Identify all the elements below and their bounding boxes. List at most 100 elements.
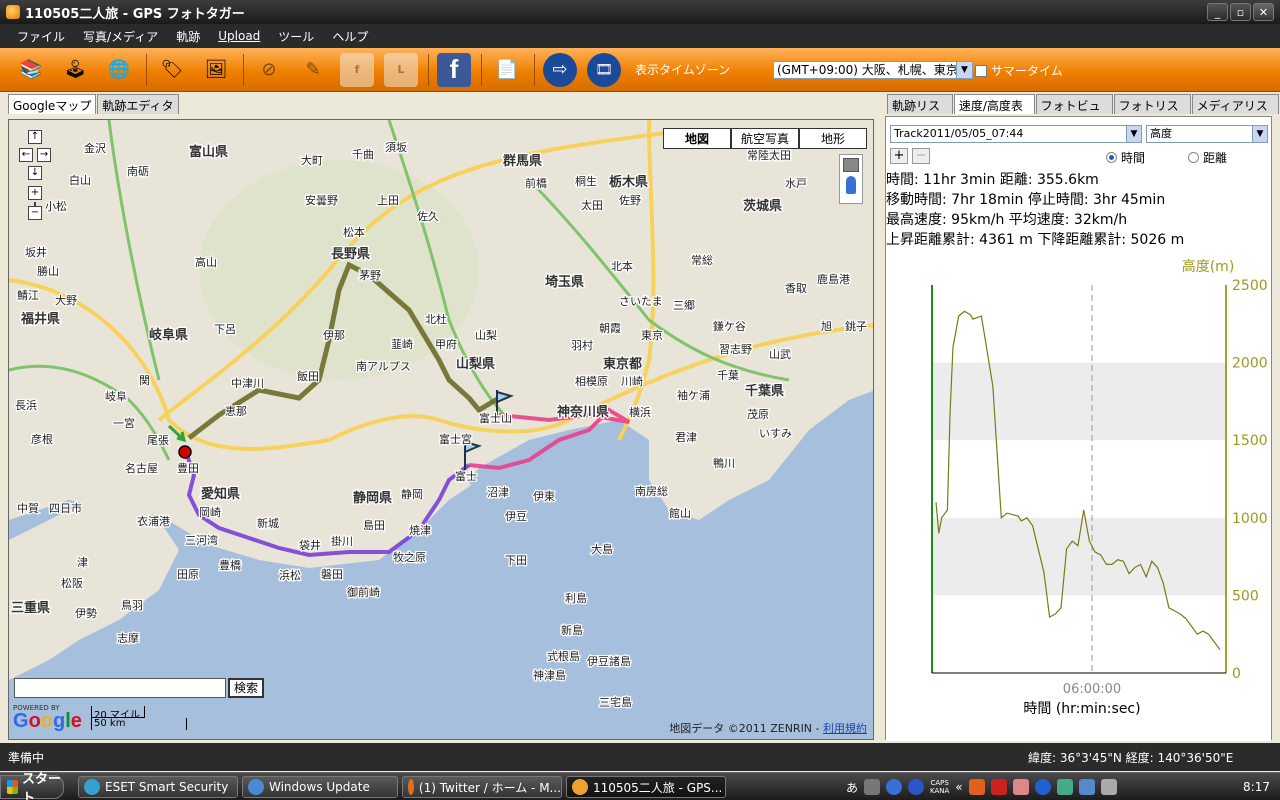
menu-upload[interactable]: Upload [209, 29, 269, 43]
bluetooth-icon[interactable] [1034, 779, 1051, 795]
map-label: 香取 [785, 282, 807, 295]
map-label: 岡崎 [199, 505, 221, 519]
system-tray: あ CAPS KANA « [846, 775, 1117, 799]
disabled-globe-button[interactable]: ⊘ [252, 53, 286, 87]
tab-track-editor[interactable]: 軌跡エディタ [97, 94, 179, 114]
map-view[interactable]: 富山県 金沢 南砺 白山 小松 坂井 勝山 鯖江 大野 福井県 高山 岐阜県 下呂 長野県 大町 安曇野 上田千… [8, 119, 874, 740]
menu-tools[interactable]: ツール [269, 28, 323, 45]
close-button[interactable]: ✕ [1253, 3, 1274, 21]
network-icon[interactable] [1078, 779, 1095, 795]
ime-tool-icon[interactable] [864, 779, 881, 795]
end-marker-icon[interactable] [178, 445, 192, 459]
terms-link[interactable]: 利用規約 [823, 722, 867, 735]
map-label: 旭 [821, 319, 832, 333]
toolbar-separator [428, 53, 429, 86]
chart-y-tick-label: 2500 [1232, 278, 1268, 294]
map-type-satellite[interactable]: 航空写真 [731, 128, 799, 149]
tray-app-icon[interactable] [1012, 779, 1029, 795]
metric-select[interactable]: 高度 ▼ [1146, 125, 1268, 143]
summer-time-toggle[interactable]: サマータイム [975, 62, 1063, 79]
tab-photo-view[interactable]: フォトビュー [1035, 94, 1113, 130]
map-label: 福井県 [20, 311, 60, 327]
map-label: 伊那 [323, 329, 345, 342]
globe-button[interactable]: 🌐 [102, 53, 136, 87]
flickr-button[interactable]: f [340, 52, 374, 87]
tray-app-icon[interactable] [968, 779, 985, 795]
timezone-select[interactable]: (GMT+09:00) 大阪、札幌、東京 ▼ [773, 61, 973, 79]
photo-button[interactable]: 🖼 [199, 53, 233, 87]
map-label: 東京 [641, 328, 663, 342]
import-button[interactable]: 📚 [14, 53, 48, 87]
export-button[interactable]: ⇨ [543, 52, 577, 87]
maximize-button[interactable]: ▫ [1230, 3, 1251, 21]
zoom-out-button[interactable]: − [28, 206, 42, 220]
pan-down-button[interactable]: ↓ [28, 166, 42, 180]
start-button[interactable]: スタート [0, 772, 64, 800]
map-search-button[interactable]: 検索 [228, 678, 264, 698]
menu-file[interactable]: ファイル [8, 28, 74, 45]
menu-track[interactable]: 軌跡 [167, 28, 209, 45]
pan-left-button[interactable]: ← [19, 148, 33, 162]
track-select[interactable]: Track2011/05/05_07:44 ▼ [890, 125, 1142, 143]
chart-zoom-out-button[interactable]: − [912, 148, 930, 164]
report-button[interactable]: 📄 [490, 53, 524, 87]
google-logo: Google [13, 710, 82, 732]
ime-pad-icon[interactable] [886, 779, 903, 795]
menu-help[interactable]: ヘルプ [323, 28, 377, 45]
taskbar-item[interactable]: (1) Twitter / ホーム - M... [402, 776, 562, 798]
menu-photo-media[interactable]: 写真/メディア [74, 28, 167, 45]
map-label: 佐野 [619, 193, 641, 207]
report-icon: 📄 [495, 59, 519, 80]
streetview-control[interactable] [839, 154, 863, 204]
chart-y-tick-label: 1000 [1232, 511, 1268, 527]
map-label: 松阪 [61, 576, 83, 590]
map-search-input[interactable] [14, 678, 226, 698]
summer-time-checkbox[interactable] [975, 64, 987, 77]
tab-track-list[interactable]: 軌跡リスト [887, 94, 953, 130]
map-label: 朝霞 [599, 322, 621, 335]
tray-pdf-icon[interactable] [990, 779, 1007, 795]
gps-device-button[interactable]: 🕹 [58, 53, 92, 87]
help-icon[interactable] [908, 779, 925, 795]
pegman-icon[interactable] [846, 176, 856, 194]
taskbar-item[interactable]: ESET Smart Security [78, 776, 238, 798]
map-label: 水戸 [785, 177, 807, 190]
radio-distance[interactable]: 距離 [1188, 149, 1227, 166]
movie-button[interactable]: 🎞 [587, 52, 621, 87]
elevation-chart[interactable]: 0 500 1000 1500 2000 2500 高度(m) 06:00:00 時間 (… [886, 253, 1271, 741]
facebook-button[interactable]: f [437, 52, 471, 87]
disabled-edit-button[interactable]: ✎ [296, 53, 330, 87]
track-select-value: Track2011/05/05_07:44 [894, 127, 1024, 140]
tray-app-icon[interactable] [1056, 779, 1073, 795]
minimize-button[interactable]: _ [1207, 3, 1228, 21]
chart-background [886, 253, 1271, 741]
map-type-map[interactable]: 地図 [663, 128, 731, 149]
zoom-in-button[interactable]: + [28, 186, 42, 200]
chart-zoom-in-button[interactable]: + [890, 148, 908, 164]
map-label: 茅野 [359, 269, 381, 282]
radio-time[interactable]: 時間 [1106, 149, 1145, 166]
tag-photo-button[interactable]: 🏷 [155, 53, 189, 87]
taskbar-item[interactable]: Windows Update [242, 776, 398, 798]
timezone-label: 表示タイムゾーン [635, 63, 731, 77]
map-label: 愛知県 [201, 486, 240, 502]
volume-icon[interactable] [1100, 779, 1117, 795]
pan-right-button[interactable]: → [37, 148, 51, 162]
taskbar-item[interactable]: 110505二人旅 - GPS... [566, 776, 726, 798]
tray-expand-icon[interactable]: « [955, 780, 962, 794]
map-label: 鴨川 [713, 456, 735, 470]
map-type-terrain[interactable]: 地形 [799, 128, 867, 149]
map-canvas[interactable]: 富山県金沢南砺白山小松坂井勝山鯖江 大野福井県高山岐阜県 下呂長野県大町安曇野 上田千… [9, 120, 874, 740]
movie-icon: 🎞 [595, 61, 613, 78]
map-label: 式根島 [547, 649, 580, 663]
tab-speed-altitude[interactable]: 速度/高度表示 [953, 94, 1035, 130]
tab-media-list[interactable]: メディアリスト [1191, 94, 1279, 130]
tab-google-map[interactable]: Googleマップ [8, 94, 97, 114]
tab-photo-list[interactable]: フォトリスト [1113, 94, 1191, 130]
radio-distance-dot[interactable] [1188, 152, 1199, 163]
radio-time-dot[interactable] [1106, 152, 1117, 163]
pan-up-button[interactable]: ↑ [28, 130, 42, 144]
locr-button[interactable]: L [384, 52, 418, 87]
map-label: 埼玉県 [545, 274, 584, 290]
ime-mode[interactable]: あ [846, 779, 858, 796]
